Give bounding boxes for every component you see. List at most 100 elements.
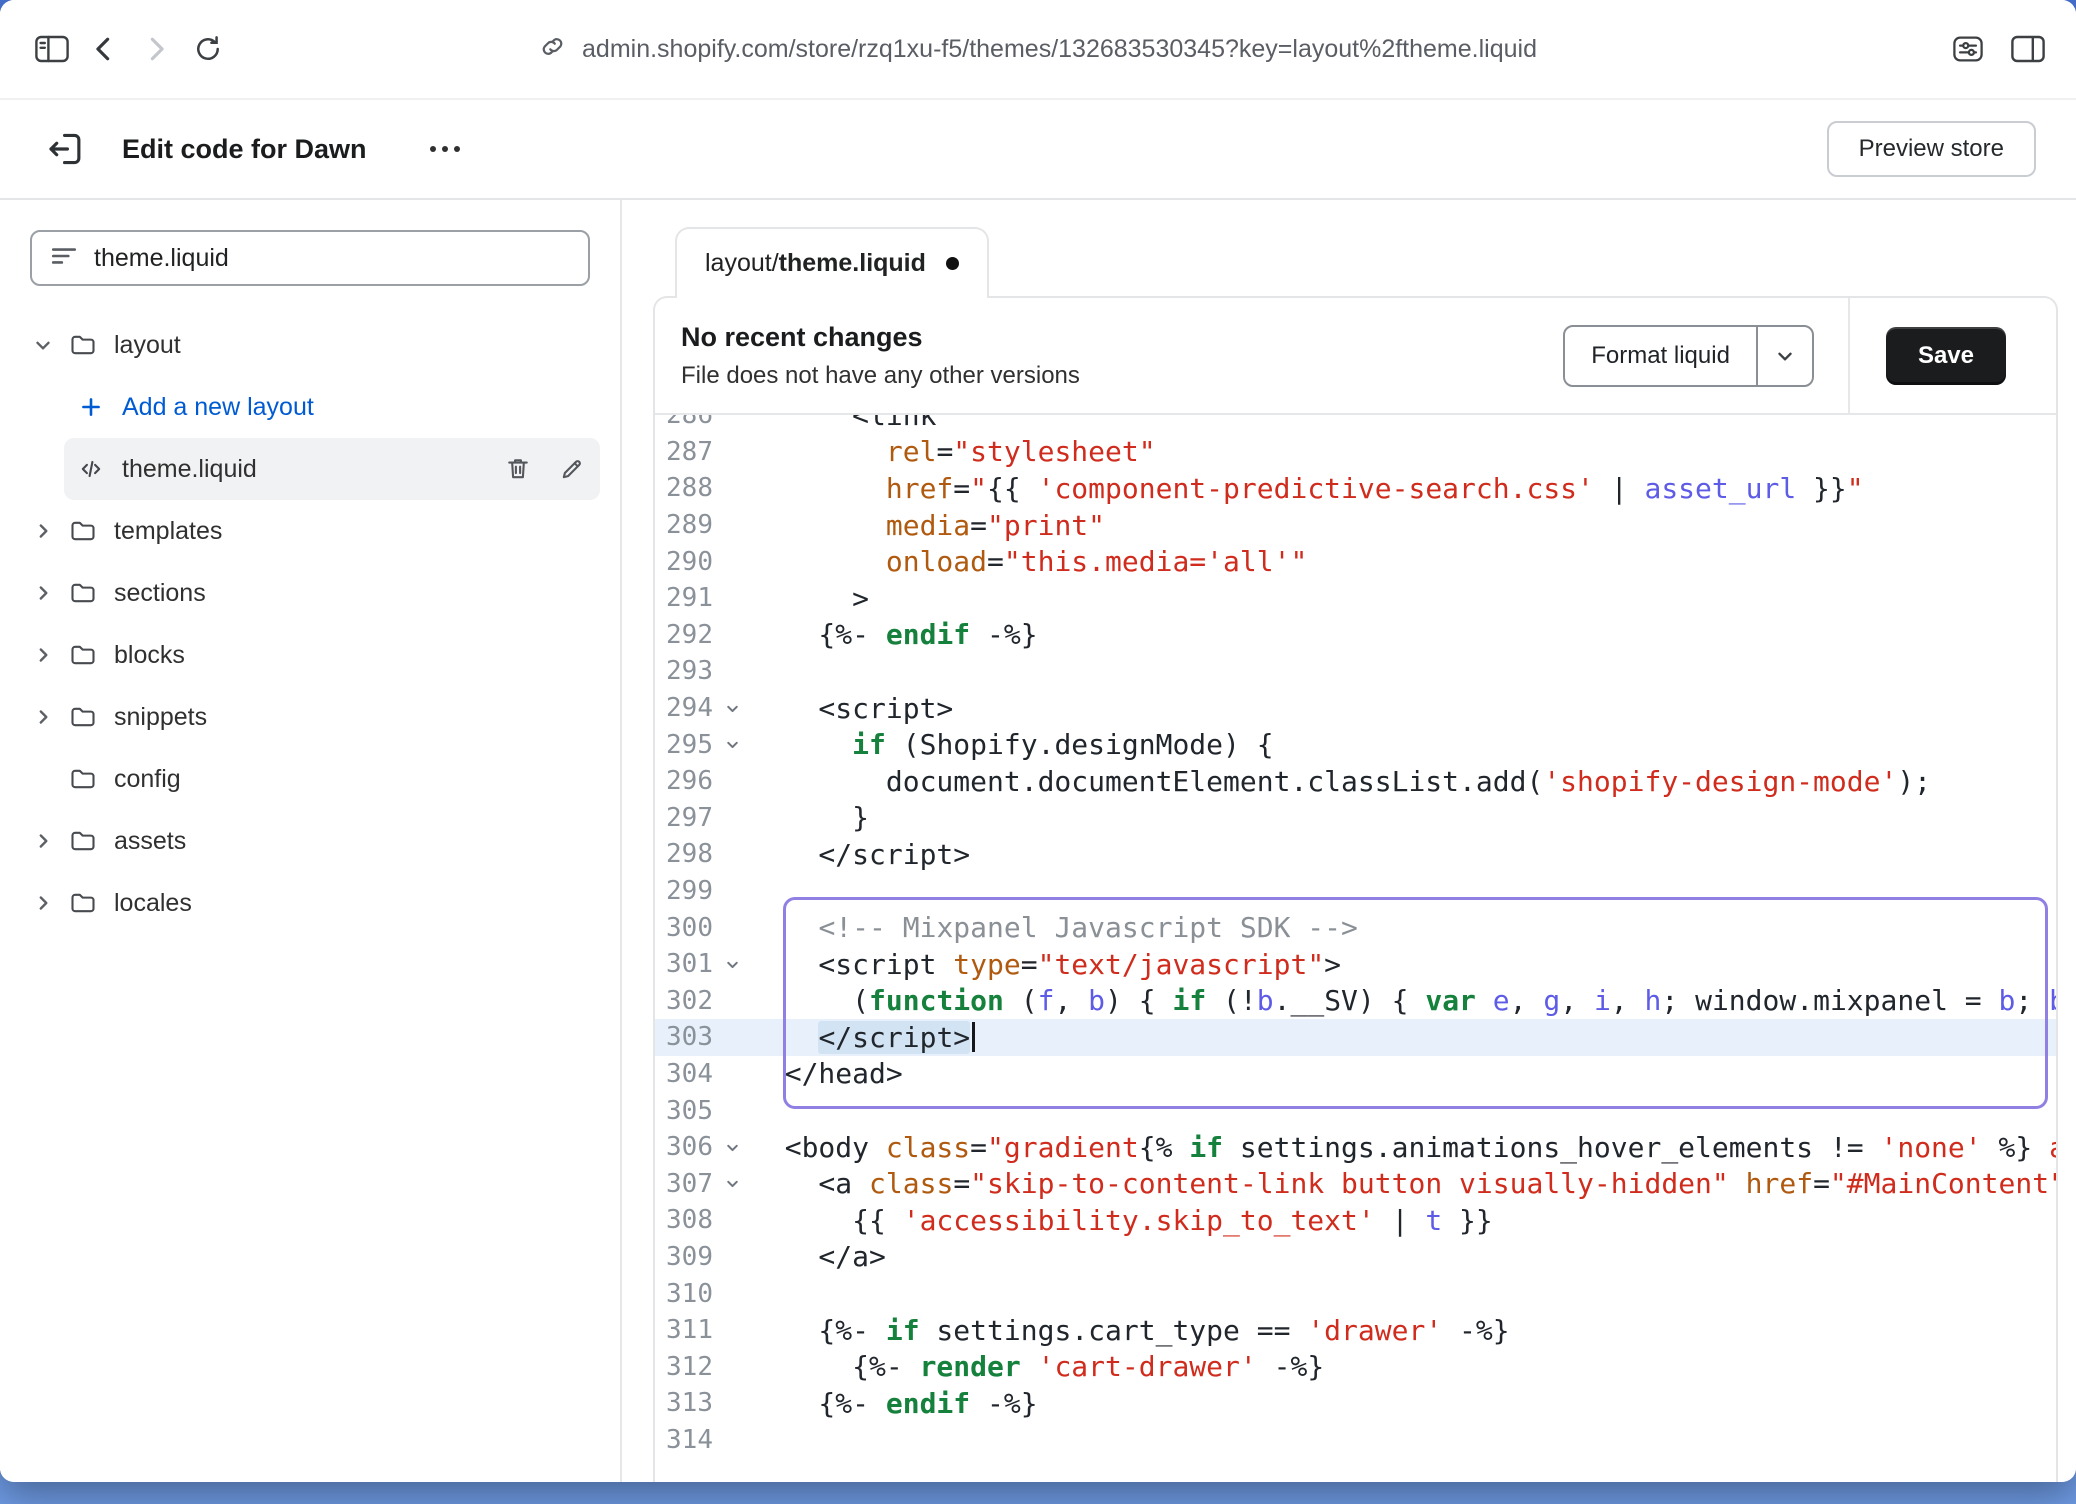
code-text: </a> xyxy=(751,1240,2056,1273)
code-line[interactable]: 305 xyxy=(655,1092,2056,1129)
fold-chevron-icon[interactable] xyxy=(713,700,751,717)
trash-icon[interactable] xyxy=(502,453,534,485)
line-number: 296 xyxy=(655,766,713,796)
status-title: No recent changes xyxy=(681,322,1080,353)
chevron-down-icon[interactable] xyxy=(32,334,68,356)
code-text: media="print" xyxy=(751,509,2056,542)
sidebar-item-sections[interactable]: sections xyxy=(20,562,600,624)
line-number: 290 xyxy=(655,547,713,577)
code-line[interactable]: 304 </head> xyxy=(655,1056,2056,1093)
chevron-right-icon[interactable] xyxy=(32,644,68,666)
code-text: rel="stylesheet" xyxy=(751,435,2056,468)
code-line[interactable]: 299 xyxy=(655,873,2056,910)
sidebar-toggle-icon[interactable] xyxy=(26,23,78,75)
sidebar-item-add-a-new-layout[interactable]: Add a new layout xyxy=(64,376,600,438)
code-line[interactable]: 310 xyxy=(655,1275,2056,1312)
back-icon[interactable] xyxy=(78,23,130,75)
sidebar-item-label: sections xyxy=(114,579,206,608)
code-text: {{ 'accessibility.skip_to_text' | t }} xyxy=(751,1204,2056,1237)
fold-chevron-icon[interactable] xyxy=(713,956,751,973)
line-number: 306 xyxy=(655,1132,713,1162)
sidebar-item-templates[interactable]: templates xyxy=(20,500,600,562)
preview-store-button[interactable]: Preview store xyxy=(1827,121,2036,177)
folder-icon xyxy=(68,827,98,855)
line-number: 286 xyxy=(655,415,713,430)
chevron-down-icon[interactable] xyxy=(1756,327,1812,385)
code-line[interactable]: 311 {%- if settings.cart_type == 'drawer… xyxy=(655,1312,2056,1349)
address-bar[interactable]: admin.shopify.com/store/rzq1xu-f5/themes… xyxy=(539,0,1537,98)
sidebar-item-theme-liquid[interactable]: theme.liquid xyxy=(64,438,600,500)
sidebar-item-label: Add a new layout xyxy=(122,393,314,422)
code-editor[interactable]: 286 <link287 rel="stylesheet"288 href="{… xyxy=(655,415,2056,1482)
code-line[interactable]: 300 <!-- Mixpanel Javascript SDK --> xyxy=(655,909,2056,946)
tab-file-name: theme.liquid xyxy=(779,249,926,278)
forward-icon[interactable] xyxy=(130,23,182,75)
reload-icon[interactable] xyxy=(182,23,234,75)
sidebar-item-blocks[interactable]: blocks xyxy=(20,624,600,686)
chevron-right-icon[interactable] xyxy=(32,830,68,852)
sidebar-item-layout[interactable]: layout xyxy=(20,314,600,376)
chevron-right-icon[interactable] xyxy=(32,582,68,604)
line-number: 294 xyxy=(655,693,713,723)
code-text: > xyxy=(751,582,2056,615)
sidebar-item-config[interactable]: config xyxy=(20,748,600,810)
sidebar-item-snippets[interactable]: snippets xyxy=(20,686,600,748)
line-number: 298 xyxy=(655,839,713,869)
code-line[interactable]: 288 href="{{ 'component-predictive-searc… xyxy=(655,470,2056,507)
line-number: 304 xyxy=(655,1059,713,1089)
save-button[interactable]: Save xyxy=(1886,327,2006,385)
code-line[interactable]: 295 if (Shopify.designMode) { xyxy=(655,726,2056,763)
line-number: 289 xyxy=(655,510,713,540)
code-line[interactable]: 314 xyxy=(655,1422,2056,1459)
code-line[interactable]: 293 xyxy=(655,653,2056,690)
fold-chevron-icon[interactable] xyxy=(713,1139,751,1156)
panel-right-icon[interactable] xyxy=(2002,23,2054,75)
code-line[interactable]: 291 > xyxy=(655,580,2056,617)
format-liquid-button[interactable]: Format liquid xyxy=(1563,325,1814,387)
file-search-input[interactable]: theme.liquid xyxy=(30,230,590,286)
tab-theme-liquid[interactable]: layout/theme.liquid xyxy=(675,227,989,298)
browser-toolbar: admin.shopify.com/store/rzq1xu-f5/themes… xyxy=(0,0,2076,100)
exit-button[interactable] xyxy=(40,123,92,175)
file-sidebar: theme.liquid layout Add a new layout theme… xyxy=(0,200,622,1482)
code-line[interactable]: 294 <script> xyxy=(655,690,2056,727)
editor-main: layout/theme.liquid No recent changes Fi… xyxy=(622,200,2076,1482)
sidebar-item-label: templates xyxy=(114,517,222,546)
extensions-icon[interactable] xyxy=(1942,23,1994,75)
code-text: </head> xyxy=(751,1057,2056,1090)
sidebar-item-assets[interactable]: assets xyxy=(20,810,600,872)
pencil-icon[interactable] xyxy=(556,453,588,485)
code-line[interactable]: 306 <body class="gradient{% if settings.… xyxy=(655,1129,2056,1166)
code-text: (function (f, b) { if (!b.__SV) { var e,… xyxy=(751,984,2056,1017)
search-value: theme.liquid xyxy=(94,244,229,273)
code-line[interactable]: 297 } xyxy=(655,800,2056,837)
code-line[interactable]: 302 (function (f, b) { if (!b.__SV) { va… xyxy=(655,983,2056,1020)
code-line[interactable]: 289 media="print" xyxy=(655,507,2056,544)
code-line[interactable]: 307 <a class="skip-to-content-link butto… xyxy=(655,1165,2056,1202)
editor-status-bar: No recent changes File does not have any… xyxy=(655,298,2056,415)
code-line[interactable]: 308 {{ 'accessibility.skip_to_text' | t … xyxy=(655,1202,2056,1239)
more-options-button[interactable] xyxy=(421,129,469,169)
code-line[interactable]: 292 {%- endif -%} xyxy=(655,617,2056,654)
chevron-right-icon[interactable] xyxy=(32,706,68,728)
fold-chevron-icon[interactable] xyxy=(713,736,751,753)
line-number: 301 xyxy=(655,949,713,979)
code-line[interactable]: 301 <script type="text/javascript"> xyxy=(655,946,2056,983)
code-line[interactable]: 290 onload="this.media='all'" xyxy=(655,543,2056,580)
code-text: href="{{ 'component-predictive-search.cs… xyxy=(751,472,2056,505)
fold-chevron-icon[interactable] xyxy=(713,1175,751,1192)
code-line[interactable]: 286 <link xyxy=(655,415,2056,434)
code-line[interactable]: 313 {%- endif -%} xyxy=(655,1385,2056,1422)
folder-icon xyxy=(68,579,98,607)
sidebar-item-locales[interactable]: locales xyxy=(20,872,600,934)
code-line[interactable]: 287 rel="stylesheet" xyxy=(655,434,2056,471)
code-line[interactable]: 303 </script> xyxy=(655,1019,2056,1056)
code-text: </script> xyxy=(751,1021,2056,1054)
code-line[interactable]: 309 </a> xyxy=(655,1239,2056,1276)
code-line[interactable]: 312 {%- render 'cart-drawer' -%} xyxy=(655,1348,2056,1385)
code-line[interactable]: 298 </script> xyxy=(655,836,2056,873)
chevron-right-icon[interactable] xyxy=(32,892,68,914)
code-line[interactable]: 296 document.documentElement.classList.a… xyxy=(655,763,2056,800)
line-number: 293 xyxy=(655,656,713,686)
chevron-right-icon[interactable] xyxy=(32,520,68,542)
